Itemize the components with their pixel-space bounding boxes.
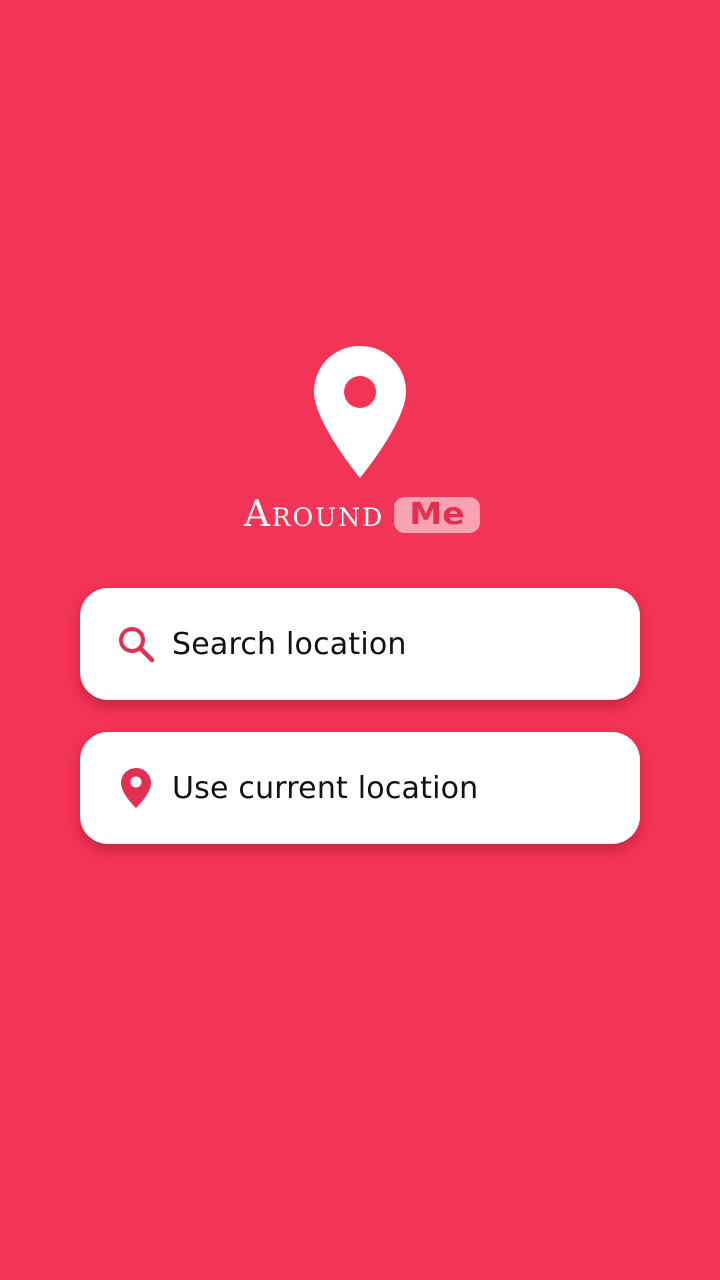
search-icon (116, 624, 156, 664)
search-location-button[interactable]: Search location (80, 588, 640, 700)
app-title: Around Me (0, 492, 720, 538)
map-pin-icon (314, 346, 406, 478)
search-location-label: Search location (172, 626, 407, 662)
app-title-me-badge: Me (394, 497, 481, 533)
use-current-location-label: Use current location (172, 770, 479, 806)
location-pin-icon (116, 768, 156, 808)
use-current-location-button[interactable]: Use current location (80, 732, 640, 844)
app-title-around: Around (243, 494, 385, 535)
